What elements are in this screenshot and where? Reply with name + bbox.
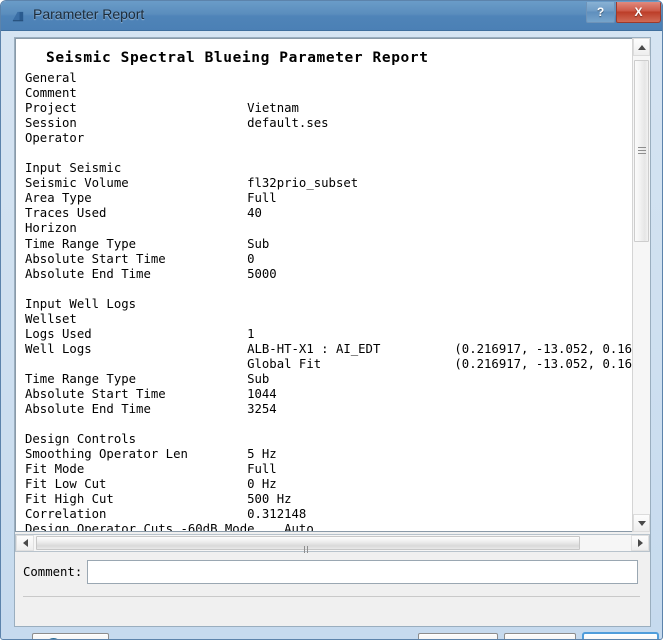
- caption-button-group: ? X: [586, 2, 661, 24]
- scroll-right-button[interactable]: [631, 535, 649, 551]
- vertical-scrollbar-thumb[interactable]: [634, 60, 649, 242]
- scroll-down-button[interactable]: [633, 514, 650, 532]
- comment-row: Comment:: [15, 560, 650, 586]
- triangle-down-icon: [637, 520, 646, 526]
- help-button[interactable]: ? Help: [32, 633, 109, 639]
- vertical-scrollbar[interactable]: [632, 38, 650, 532]
- help-caption-button[interactable]: ?: [586, 2, 615, 23]
- close-button[interactable]: ✖ Close: [582, 632, 659, 639]
- horizontal-scrollbar-thumb[interactable]: [36, 536, 580, 571]
- scroll-up-button[interactable]: [633, 38, 650, 56]
- report-heading: Seismic Spectral Blueing Parameter Repor…: [46, 50, 429, 66]
- triangle-left-icon: [22, 539, 28, 547]
- scrollbar-grip-icon: [304, 540, 312, 571]
- question-mark-icon: ?: [596, 5, 605, 19]
- comment-label: Comment:: [23, 565, 83, 579]
- window-title: Parameter Report: [33, 6, 145, 22]
- title-bar[interactable]: Parameter Report ? X: [1, 1, 662, 31]
- report-content: General Comment Project Vietnam Session …: [25, 71, 647, 532]
- scroll-left-button[interactable]: [16, 535, 34, 551]
- report-text-pane[interactable]: Seismic Spectral Blueing Parameter Repor…: [15, 38, 650, 532]
- parameter-report-window: Parameter Report ? X Seismic Spectral Bl…: [0, 0, 663, 640]
- close-icon: X: [634, 5, 643, 19]
- app-icon: [12, 11, 24, 22]
- scrollbar-grip-icon: [638, 147, 646, 155]
- save-as-button[interactable]: Save As...: [418, 633, 498, 639]
- button-row-divider: [23, 596, 640, 597]
- triangle-up-icon: [637, 44, 646, 50]
- close-caption-button[interactable]: X: [616, 2, 661, 23]
- horizontal-scrollbar[interactable]: [15, 534, 650, 571]
- report-body: Seismic Spectral Blueing Parameter Repor…: [25, 45, 647, 532]
- comment-input[interactable]: [87, 560, 638, 584]
- triangle-right-icon: [637, 539, 643, 547]
- dialog-client-area: Seismic Spectral Blueing Parameter Repor…: [14, 37, 659, 639]
- print-button[interactable]: Print...: [504, 633, 576, 639]
